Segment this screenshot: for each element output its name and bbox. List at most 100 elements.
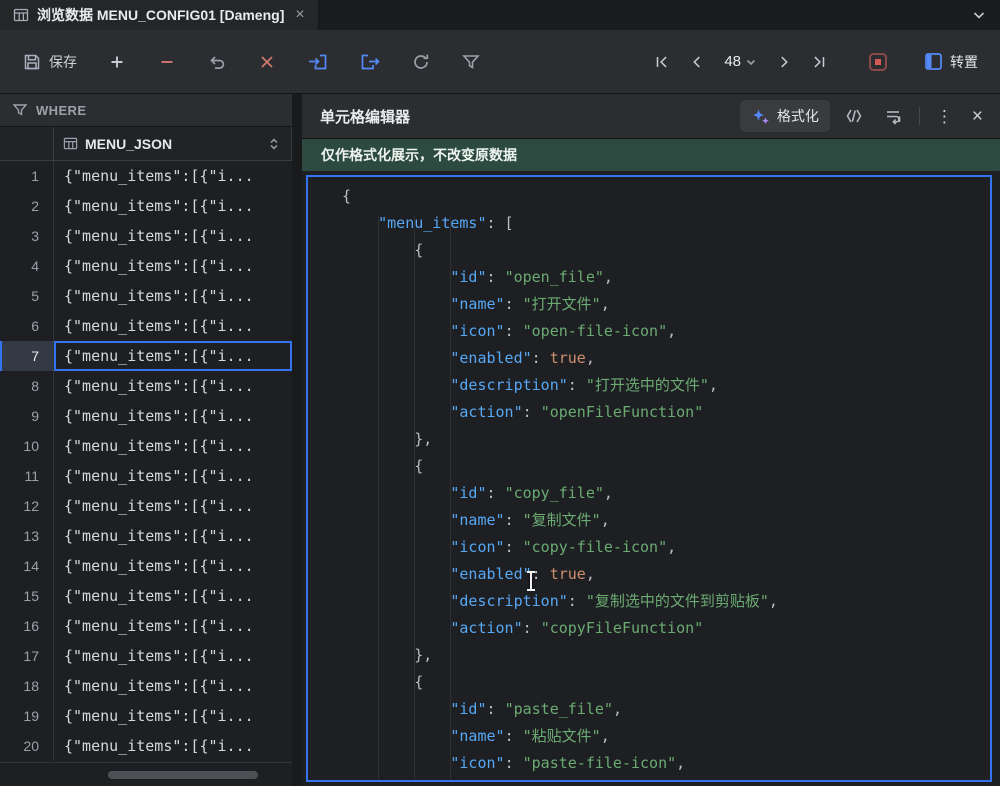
row-number[interactable]: 17 (0, 641, 54, 671)
row-number[interactable]: 1 (0, 161, 54, 191)
delete-row-button[interactable] (151, 46, 183, 78)
refresh-button[interactable] (405, 46, 437, 78)
tabs-overflow-button[interactable] (958, 0, 1000, 30)
import-data-button[interactable] (301, 46, 335, 78)
table-row[interactable]: 20{"menu_items":[{"i... (0, 731, 292, 761)
table-row[interactable]: 13{"menu_items":[{"i... (0, 521, 292, 551)
table-row[interactable]: 8{"menu_items":[{"i... (0, 371, 292, 401)
filter-button[interactable] (455, 46, 487, 78)
table-row[interactable]: 11{"menu_items":[{"i... (0, 461, 292, 491)
table-row[interactable]: 10{"menu_items":[{"i... (0, 431, 292, 461)
table-row[interactable]: 18{"menu_items":[{"i... (0, 671, 292, 701)
row-number[interactable]: 18 (0, 671, 54, 701)
add-row-button[interactable] (101, 46, 133, 78)
last-page-button[interactable] (804, 47, 834, 77)
table-row[interactable]: 1{"menu_items":[{"i... (0, 161, 292, 191)
where-filter-bar[interactable]: WHERE (0, 94, 292, 127)
close-editor-button[interactable]: × (967, 102, 988, 131)
cell-menu-json[interactable]: {"menu_items":[{"i... (54, 311, 292, 341)
row-number[interactable]: 9 (0, 401, 54, 431)
table-row[interactable]: 16{"menu_items":[{"i... (0, 611, 292, 641)
tab-close-icon[interactable]: × (295, 7, 304, 23)
cell-menu-json[interactable]: {"menu_items":[{"i... (54, 191, 292, 221)
cell-value-editor[interactable]: { "menu_items": [ { "id": "open_file", "… (306, 175, 992, 782)
cell-editor-content[interactable]: { "menu_items": [ { "id": "open_file", "… (308, 177, 990, 780)
table-row[interactable]: 6{"menu_items":[{"i... (0, 311, 292, 341)
cell-menu-json[interactable]: {"menu_items":[{"i... (54, 611, 292, 641)
cell-menu-json[interactable]: {"menu_items":[{"i... (54, 221, 292, 251)
export-data-button[interactable] (353, 46, 387, 78)
row-number[interactable]: 14 (0, 551, 54, 581)
code-line: "description": "复制选中的文件到剪贴板", (342, 588, 990, 615)
cell-menu-json[interactable]: {"menu_items":[{"i... (54, 431, 292, 461)
prev-page-button[interactable] (682, 47, 712, 77)
panel-splitter[interactable] (292, 94, 302, 786)
table-row[interactable]: 7{"menu_items":[{"i... (0, 341, 292, 371)
table-row[interactable]: 2{"menu_items":[{"i... (0, 191, 292, 221)
table-row[interactable]: 9{"menu_items":[{"i... (0, 401, 292, 431)
row-number[interactable]: 3 (0, 221, 54, 251)
code-line: "id": "paste_file", (342, 696, 990, 723)
table-row[interactable]: 12{"menu_items":[{"i... (0, 491, 292, 521)
column-header-menu-json[interactable]: MENU_JSON (54, 127, 292, 160)
table-row[interactable]: 5{"menu_items":[{"i... (0, 281, 292, 311)
cell-menu-json[interactable]: {"menu_items":[{"i... (54, 551, 292, 581)
cell-menu-json[interactable]: {"menu_items":[{"i... (54, 581, 292, 611)
row-number[interactable]: 15 (0, 581, 54, 611)
row-number[interactable]: 12 (0, 491, 54, 521)
code-line: "icon": "copy-file-icon", (342, 534, 990, 561)
table-row[interactable]: 17{"menu_items":[{"i... (0, 641, 292, 671)
code-line: "icon": "open-file-icon", (342, 318, 990, 345)
cell-menu-json[interactable]: {"menu_items":[{"i... (54, 371, 292, 401)
table-row[interactable]: 15{"menu_items":[{"i... (0, 581, 292, 611)
more-options-button[interactable]: ⋮ (931, 103, 958, 130)
soft-wrap-button[interactable] (878, 101, 908, 131)
code-line: "id": "copy_file", (342, 480, 990, 507)
undo-button[interactable] (201, 46, 233, 78)
cell-menu-json[interactable]: {"menu_items":[{"i... (54, 341, 292, 371)
cell-menu-json[interactable]: {"menu_items":[{"i... (54, 731, 292, 761)
row-number[interactable]: 4 (0, 251, 54, 281)
next-page-button[interactable] (769, 47, 799, 77)
grid-corner-cell[interactable] (0, 127, 54, 160)
save-button[interactable]: 保存 (16, 46, 83, 78)
row-number[interactable]: 8 (0, 371, 54, 401)
row-number[interactable]: 7 (0, 341, 54, 371)
revert-button[interactable] (251, 46, 283, 78)
cell-menu-json[interactable]: {"menu_items":[{"i... (54, 671, 292, 701)
row-number[interactable]: 11 (0, 461, 54, 491)
sort-arrows-icon[interactable] (266, 136, 282, 152)
row-number[interactable]: 13 (0, 521, 54, 551)
row-number[interactable]: 20 (0, 731, 54, 761)
row-number[interactable]: 6 (0, 311, 54, 341)
table-row[interactable]: 19{"menu_items":[{"i... (0, 701, 292, 731)
format-button[interactable]: 格式化 (740, 100, 830, 132)
page-size-value: 48 (724, 53, 741, 70)
cell-menu-json[interactable]: {"menu_items":[{"i... (54, 521, 292, 551)
cell-menu-json[interactable]: {"menu_items":[{"i... (54, 701, 292, 731)
page-size-dropdown[interactable]: 48 (717, 48, 764, 75)
transpose-button[interactable]: 转置 (918, 46, 984, 78)
horizontal-scrollbar[interactable] (0, 762, 292, 786)
table-row[interactable]: 4{"menu_items":[{"i... (0, 251, 292, 281)
stop-button[interactable] (862, 46, 894, 78)
table-row[interactable]: 3{"menu_items":[{"i... (0, 221, 292, 251)
cell-menu-json[interactable]: {"menu_items":[{"i... (54, 251, 292, 281)
cell-menu-json[interactable]: {"menu_items":[{"i... (54, 461, 292, 491)
cell-menu-json[interactable]: {"menu_items":[{"i... (54, 161, 292, 191)
table-row[interactable]: 14{"menu_items":[{"i... (0, 551, 292, 581)
row-number[interactable]: 10 (0, 431, 54, 461)
tab-browse-data[interactable]: 浏览数据 MENU_CONFIG01 [Dameng] × (0, 0, 319, 30)
cell-menu-json[interactable]: {"menu_items":[{"i... (54, 641, 292, 671)
row-number[interactable]: 19 (0, 701, 54, 731)
compare-button[interactable] (839, 101, 869, 131)
transpose-icon (924, 52, 943, 71)
first-page-button[interactable] (647, 47, 677, 77)
cell-menu-json[interactable]: {"menu_items":[{"i... (54, 281, 292, 311)
cell-menu-json[interactable]: {"menu_items":[{"i... (54, 491, 292, 521)
row-number[interactable]: 5 (0, 281, 54, 311)
horizontal-scrollbar-thumb[interactable] (108, 771, 258, 779)
row-number[interactable]: 2 (0, 191, 54, 221)
cell-menu-json[interactable]: {"menu_items":[{"i... (54, 401, 292, 431)
row-number[interactable]: 16 (0, 611, 54, 641)
